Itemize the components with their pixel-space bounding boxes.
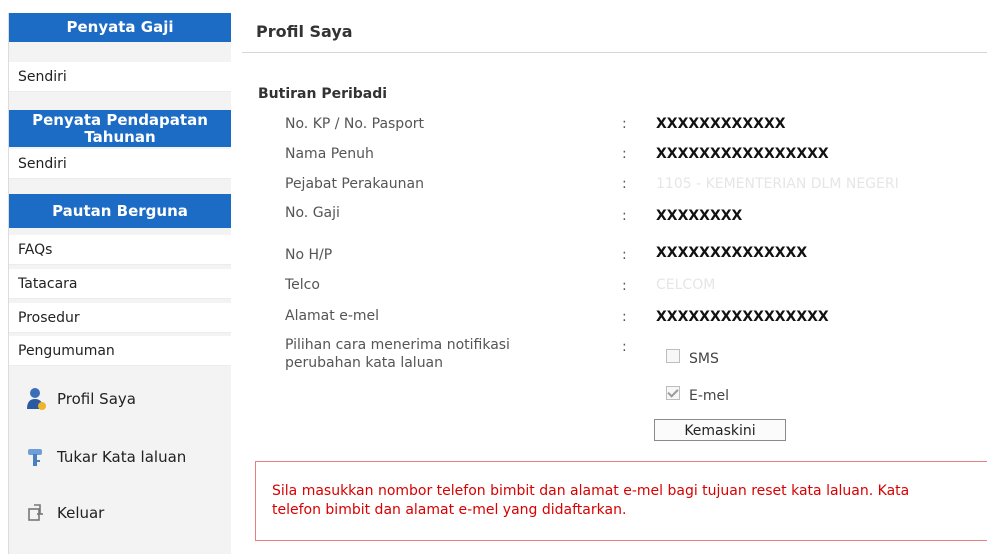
sms-checkbox[interactable] bbox=[666, 349, 680, 363]
field-colon: : bbox=[622, 176, 627, 192]
field-label-nama-penuh: Nama Penuh bbox=[285, 146, 374, 162]
key-icon bbox=[28, 449, 42, 466]
sidebar-item-label: Tukar Kata laluan bbox=[57, 448, 187, 466]
notice-box: Sila masukkan nombor telefon bimbit dan … bbox=[255, 461, 987, 541]
field-value-no-gaji: XXXXXXXX bbox=[656, 208, 743, 224]
sidebar-header-pautan-berguna: Pautan Berguna bbox=[9, 194, 231, 228]
notice-line2: telefon bimbit dan alamat e-mel yang did… bbox=[272, 502, 627, 518]
notifikasi-option-emel[interactable]: E-mel bbox=[666, 382, 729, 404]
top-frame bbox=[0, 0, 987, 8]
sidebar: Penyata Gaji Sendiri Penyata Pendapatan … bbox=[8, 13, 231, 554]
field-label-telco: Telco bbox=[285, 277, 320, 293]
field-colon: : bbox=[622, 208, 627, 224]
emel-checkbox-label: E-mel bbox=[689, 388, 730, 404]
sidebar-item-label: Keluar bbox=[57, 504, 105, 522]
field-colon: : bbox=[622, 278, 627, 294]
sidebar-item-tatacara[interactable]: Tatacara bbox=[9, 269, 231, 299]
sidebar-item-tukar-kata-laluan[interactable]: Tukar Kata laluan bbox=[9, 437, 231, 477]
sidebar-item-sendiri-gaji[interactable]: Sendiri bbox=[9, 62, 231, 92]
field-colon: : bbox=[622, 247, 627, 263]
field-colon: : bbox=[622, 309, 627, 325]
emel-checkbox[interactable] bbox=[666, 386, 680, 400]
user-profile-icon bbox=[27, 388, 46, 410]
logout-icon bbox=[28, 504, 43, 521]
sidebar-header-line1: Penyata Pendapatan bbox=[32, 111, 208, 129]
field-label-no-gaji: No. Gaji bbox=[285, 205, 340, 221]
field-value-alamat-emel: XXXXXXXXXXXXXXXX bbox=[656, 309, 829, 325]
sidebar-item-label: Profil Saya bbox=[57, 390, 136, 408]
field-label-no-hp: No H/P bbox=[285, 247, 333, 263]
sidebar-item-profil-saya[interactable]: Profil Saya bbox=[9, 379, 231, 419]
field-label-pejabat-perakaunan: Pejabat Perakaunan bbox=[285, 176, 424, 192]
notifikasi-label-line1: Pilihan cara menerima notifikasi bbox=[285, 337, 510, 353]
sms-checkbox-label: SMS bbox=[689, 351, 719, 367]
field-label-alamat-emel: Alamat e-mel bbox=[285, 308, 380, 324]
sidebar-item-keluar[interactable]: Keluar bbox=[9, 493, 231, 533]
sidebar-item-prosedur[interactable]: Prosedur bbox=[9, 303, 231, 333]
sidebar-header-penyata-pendapatan: Penyata Pendapatan Tahunan bbox=[9, 110, 231, 147]
section-title: Butiran Peribadi bbox=[258, 86, 388, 102]
field-value-no-kp: XXXXXXXXXXXX bbox=[656, 116, 786, 132]
page-title: Profil Saya bbox=[256, 22, 353, 41]
field-colon: : bbox=[622, 339, 627, 355]
field-value-telco: CELCOM bbox=[656, 277, 716, 293]
sidebar-header-line2: Tahunan bbox=[84, 128, 156, 146]
sidebar-header-penyata-gaji: Penyata Gaji bbox=[9, 13, 231, 42]
title-divider bbox=[242, 52, 987, 53]
kemaskini-button[interactable]: Kemaskini bbox=[654, 419, 786, 441]
notifikasi-option-sms[interactable]: SMS bbox=[666, 345, 719, 367]
field-value-nama-penuh: XXXXXXXXXXXXXXXX bbox=[656, 146, 829, 162]
notifikasi-label-line2: perubahan kata laluan bbox=[285, 355, 444, 371]
sidebar-item-sendiri-pendapatan[interactable]: Sendiri bbox=[9, 149, 231, 179]
field-label-notifikasi: Pilihan cara menerima notifikasi perubah… bbox=[285, 336, 510, 372]
field-value-no-hp: XXXXXXXXXXXXXX bbox=[656, 245, 808, 261]
field-value-pejabat-perakaunan: 1105 - KEMENTERIAN DLM NEGERI bbox=[656, 176, 899, 192]
field-colon: : bbox=[622, 116, 627, 132]
field-label-no-kp: No. KP / No. Pasport bbox=[285, 116, 425, 132]
notice-text: Sila masukkan nombor telefon bimbit dan … bbox=[272, 482, 987, 520]
sidebar-item-faqs[interactable]: FAQs bbox=[9, 235, 231, 265]
notice-line1: Sila masukkan nombor telefon bimbit dan … bbox=[272, 483, 910, 499]
field-colon: : bbox=[622, 146, 627, 162]
sidebar-item-pengumuman[interactable]: Pengumuman bbox=[9, 336, 231, 366]
